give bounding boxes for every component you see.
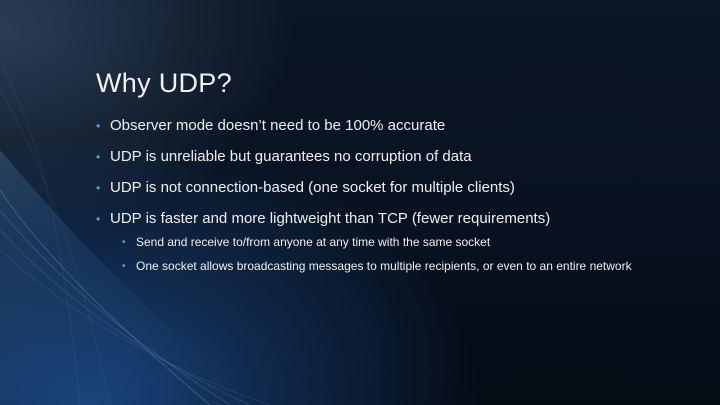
bullet-marker-icon: •: [96, 181, 101, 195]
sub-bullet-text: One socket allows broadcasting messages …: [136, 259, 632, 273]
sub-bullet-item: • One socket allows broadcasting message…: [122, 259, 656, 274]
slide: Why UDP? • Observer mode doesn’t need to…: [0, 0, 720, 405]
sub-bullet-list: • Send and receive to/from anyone at any…: [110, 235, 656, 274]
bullet-item: • UDP is not connection-based (one socke…: [96, 178, 656, 198]
bullet-list: • Observer mode doesn’t need to be 100% …: [96, 116, 656, 285]
bullet-item: • Observer mode doesn’t need to be 100% …: [96, 116, 656, 136]
bullet-item: • UDP is faster and more lightweight tha…: [96, 209, 656, 274]
bullet-text: Observer mode doesn’t need to be 100% ac…: [110, 117, 446, 134]
sub-bullet-item: • Send and receive to/from anyone at any…: [122, 235, 656, 250]
bullet-marker-icon: •: [96, 119, 101, 133]
bullet-text: UDP is unreliable but guarantees no corr…: [110, 148, 472, 165]
sub-bullet-text: Send and receive to/from anyone at any t…: [136, 235, 491, 249]
bullet-marker-icon: •: [122, 261, 126, 272]
bullet-marker-icon: •: [96, 212, 101, 226]
bullet-marker-icon: •: [96, 150, 101, 164]
bullet-text: UDP is not connection-based (one socket …: [110, 179, 515, 196]
bullet-marker-icon: •: [122, 237, 126, 248]
slide-title: Why UDP?: [96, 68, 232, 98]
bullet-text: UDP is faster and more lightweight than …: [110, 210, 551, 227]
bullet-item: • UDP is unreliable but guarantees no co…: [96, 147, 656, 167]
